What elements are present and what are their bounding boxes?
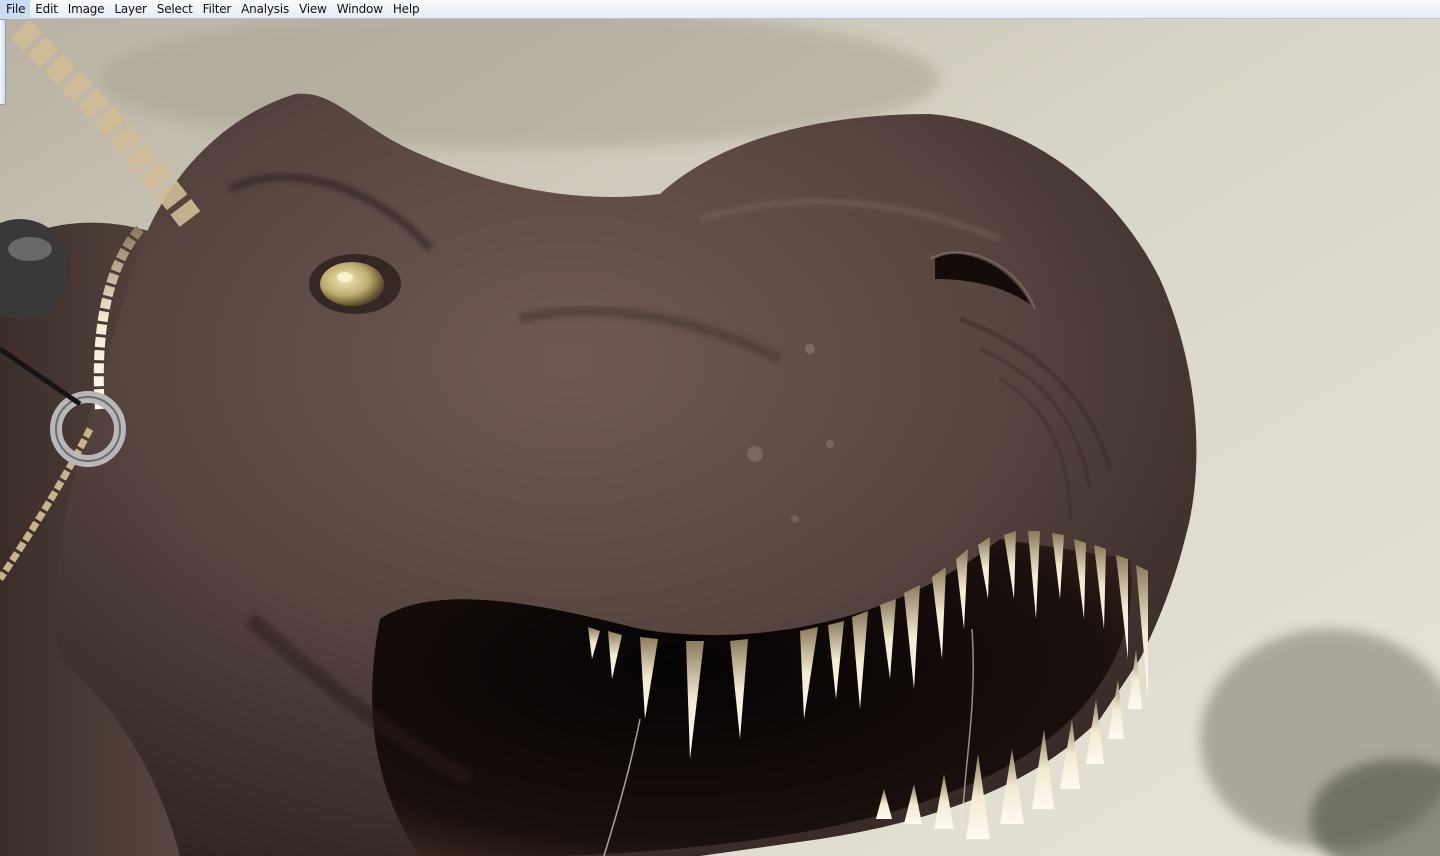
menu-view[interactable]: View xyxy=(294,0,332,19)
menu-image[interactable]: Image xyxy=(63,0,110,19)
collapsed-panel-handle[interactable] xyxy=(0,19,6,105)
menu-window[interactable]: Window xyxy=(332,0,388,19)
image-canvas[interactable] xyxy=(0,19,1440,856)
menu-bar: File Edit Image Layer Select Filter Anal… xyxy=(0,0,1440,19)
menu-select[interactable]: Select xyxy=(152,0,198,19)
menu-edit[interactable]: Edit xyxy=(30,0,62,19)
canvas-artwork xyxy=(0,19,1440,856)
image-editor-window: File Edit Image Layer Select Filter Anal… xyxy=(0,0,1440,856)
menu-help[interactable]: Help xyxy=(388,0,425,19)
dinosaur-eye xyxy=(320,262,384,306)
menu-filter[interactable]: Filter xyxy=(198,0,237,19)
menu-file[interactable]: File xyxy=(0,0,31,19)
menu-analysis[interactable]: Analysis xyxy=(236,0,294,19)
menu-layer[interactable]: Layer xyxy=(109,0,151,19)
